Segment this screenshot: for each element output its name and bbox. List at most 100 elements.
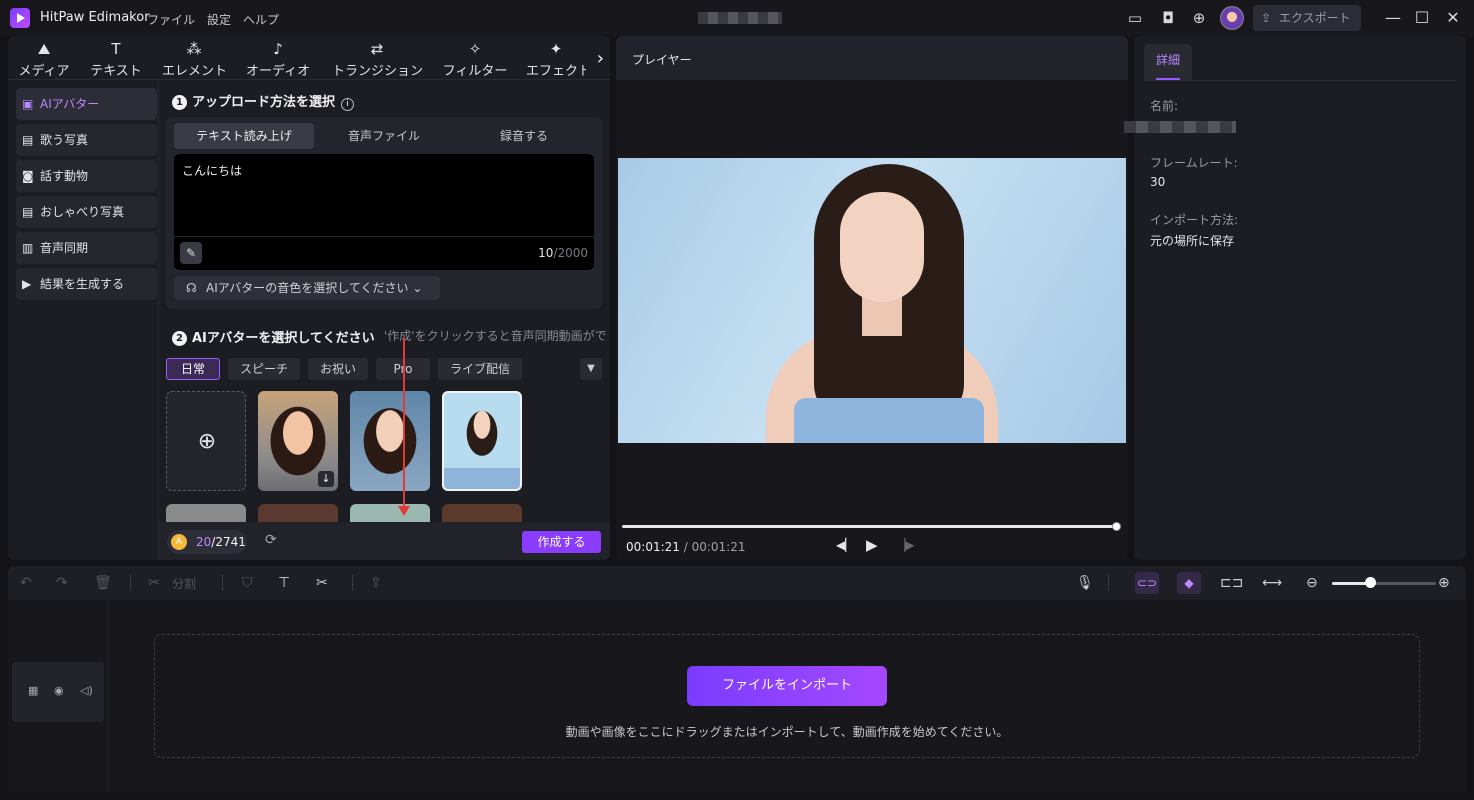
category-daily[interactable]: 日常 <box>166 358 220 380</box>
tab-label: トランジション <box>332 64 424 79</box>
avatar-thumbnail[interactable] <box>166 504 246 524</box>
menu-help[interactable]: ヘルプ <box>243 11 279 28</box>
zoom-in-icon[interactable]: ⊕ <box>1438 574 1450 592</box>
maximize-icon[interactable]: ☐ <box>1412 8 1432 28</box>
sidebar-item-results[interactable]: ▶ 結果を生成する <box>16 268 157 300</box>
shield-icon[interactable]: ⛉ <box>242 574 253 592</box>
import-hint: 動画や画像をここにドラッグまたはインポートして、動画作成を始めてください。 <box>565 725 1009 739</box>
layout-icon[interactable]: ▭ <box>1125 8 1145 28</box>
voice-select[interactable]: ☊ AIアバターの音色を選択してください ⌄ <box>174 276 440 300</box>
tts-text-input[interactable]: こんにちは ✎ 10/2000 <box>174 154 594 270</box>
playback-progress[interactable] <box>622 525 1116 528</box>
category-celebration[interactable]: お祝い <box>308 358 368 380</box>
avatar-thumbnail[interactable] <box>442 504 522 524</box>
step1-title: 1 アップロード方法を選択 i <box>172 91 355 111</box>
timeline: ▦ ◉ ◁) ファイルをインポート 動画や画像をここにドラッグまたはインポートし… <box>8 600 1466 792</box>
sidebar-item-label: 歌う写真 <box>40 133 89 147</box>
tab-audio[interactable]: ♪ オーディオ <box>246 40 310 79</box>
cut-clip-icon[interactable]: ✂ <box>316 574 328 592</box>
speaker-icon[interactable]: ◁) <box>80 684 93 697</box>
magnet-icon[interactable]: ◆ <box>1177 572 1201 594</box>
export-button[interactable]: ⇪ エクスポート <box>1253 5 1361 31</box>
sidebar-item-ai-avatar[interactable]: ▣ AIアバター <box>16 88 157 120</box>
close-icon[interactable]: ✕ <box>1443 8 1463 28</box>
avatar-thumbnail[interactable] <box>350 504 430 524</box>
tab-text[interactable]: T テキスト <box>90 40 142 79</box>
divider <box>130 575 131 591</box>
prev-frame-icon[interactable]: ◀▏ <box>836 538 854 552</box>
media-drop-zone[interactable]: ファイルをインポート 動画や画像をここにドラッグまたはインポートして、動画作成を… <box>154 634 1420 758</box>
step-number: 1 <box>172 95 187 110</box>
eye-icon[interactable]: ◉ <box>54 684 64 697</box>
redo-icon[interactable]: ↷ <box>56 574 68 592</box>
divider <box>352 575 353 591</box>
download-icon[interactable]: ↓ <box>318 471 334 487</box>
animal-icon: ◙ <box>22 169 34 183</box>
add-avatar-button[interactable]: ⊕ <box>166 391 246 491</box>
sidebar-item-lip-sync[interactable]: ▥ 音声同期 <box>16 232 157 264</box>
title-bar: HitPaw Edimakor ファイル 設定 ヘルプ ▭ ◘ ⊕ ⇪ エクスポ… <box>0 0 1474 36</box>
mode-tts[interactable]: テキスト読み上げ <box>174 123 314 149</box>
zoom-out-icon[interactable]: ⊖ <box>1306 574 1318 592</box>
zoom-thumb[interactable] <box>1365 577 1376 588</box>
step2-title-text: AIアバターを選択してください <box>192 331 375 346</box>
photo-icon: ▤ <box>22 205 34 219</box>
link-icon[interactable]: ⊂⊃ <box>1135 572 1159 594</box>
tool-tabs: ⛰ メディア T テキスト ⁂ エレメント ♪ オーディオ ⇄ トランジション … <box>8 36 610 80</box>
framerate-value: 30 <box>1150 175 1166 189</box>
minimize-icon[interactable]: — <box>1383 8 1403 28</box>
undo-icon[interactable]: ↶ <box>20 574 32 592</box>
video-preview[interactable] <box>618 158 1126 443</box>
chevron-down-icon[interactable]: ▼ <box>580 358 602 380</box>
generate-bar: A 20/2741 ⟳ 作成する <box>159 522 610 560</box>
magic-wand-icon[interactable]: ✎ <box>180 242 202 264</box>
split-track-icon[interactable]: ⊏⊐ <box>1220 574 1243 592</box>
video-subject <box>840 192 924 302</box>
delete-icon[interactable]: 🗑 <box>94 574 112 592</box>
user-avatar[interactable] <box>1220 6 1244 30</box>
scissors-icon[interactable]: ✂ <box>148 574 160 592</box>
sidebar-item-singing-photo[interactable]: ▤ 歌う写真 <box>16 124 157 156</box>
tab-transition[interactable]: ⇄ トランジション <box>332 40 424 79</box>
info-icon[interactable]: i <box>341 98 355 111</box>
zoom-slider[interactable] <box>1332 582 1436 585</box>
microphone-icon[interactable]: 🎙 <box>1076 574 1094 592</box>
import-file-button[interactable]: ファイルをインポート <box>687 666 887 706</box>
tab-details[interactable]: 詳細 <box>1144 44 1192 80</box>
fit-width-icon[interactable]: ⟷ <box>1262 574 1282 592</box>
step1-title-text: アップロード方法を選択 <box>192 95 336 110</box>
split-label[interactable]: 分割 <box>172 575 196 592</box>
tab-filter[interactable]: ✧ フィルター <box>442 40 508 79</box>
text-box-icon[interactable]: ⊤ <box>278 574 290 592</box>
tab-effect[interactable]: ✦ エフェクト <box>526 40 586 79</box>
avatar-thumbnail[interactable] <box>258 504 338 524</box>
name-label: 名前: <box>1150 99 1179 113</box>
tab-media[interactable]: ⛰ メディア <box>18 40 70 79</box>
sidebar-item-talking-photo[interactable]: ▤ おしゃべり写真 <box>16 196 157 228</box>
play-icon[interactable]: ▶ <box>866 536 878 554</box>
mode-audio-file[interactable]: 音声ファイル <box>314 123 454 149</box>
divider <box>158 80 159 560</box>
tab-element[interactable]: ⁂ エレメント <box>162 40 227 79</box>
avatar-thumbnail-selected[interactable] <box>442 391 522 491</box>
playback-thumb[interactable] <box>1112 522 1121 531</box>
menu-file[interactable]: ファイル <box>147 11 195 28</box>
category-live[interactable]: ライブ配信 <box>438 358 522 380</box>
sidebar-item-talking-animal[interactable]: ◙ 話す動物 <box>16 160 157 192</box>
mode-record[interactable]: 録音する <box>454 123 594 149</box>
menu-settings[interactable]: 設定 <box>207 11 231 28</box>
feedback-icon[interactable]: ◘ <box>1158 8 1178 28</box>
film-icon[interactable]: ▦ <box>28 684 38 697</box>
chevron-right-icon[interactable]: › <box>597 48 604 69</box>
avatar-thumbnail[interactable] <box>350 391 430 491</box>
refresh-icon[interactable]: ⟳ <box>265 532 277 548</box>
avatar-thumbnail[interactable]: ↓ <box>258 391 338 491</box>
export-clip-icon[interactable]: ⇪ <box>370 574 382 592</box>
sidebar-item-label: 話す動物 <box>40 169 89 183</box>
next-frame-icon[interactable]: ▕▶ <box>896 538 914 552</box>
char-max: /2000 <box>553 246 588 260</box>
timeline-toolbar: ↶ ↷ 🗑 ✂ 分割 ⛉ ⊤ ✂ ⇪ 🎙 ⊂⊃ ◆ ⊏⊐ ⟷ ⊖ ⊕ <box>8 566 1466 600</box>
category-speech[interactable]: スピーチ <box>228 358 300 380</box>
download-icon[interactable]: ⊕ <box>1189 8 1209 28</box>
generate-button[interactable]: 作成する <box>522 531 601 553</box>
